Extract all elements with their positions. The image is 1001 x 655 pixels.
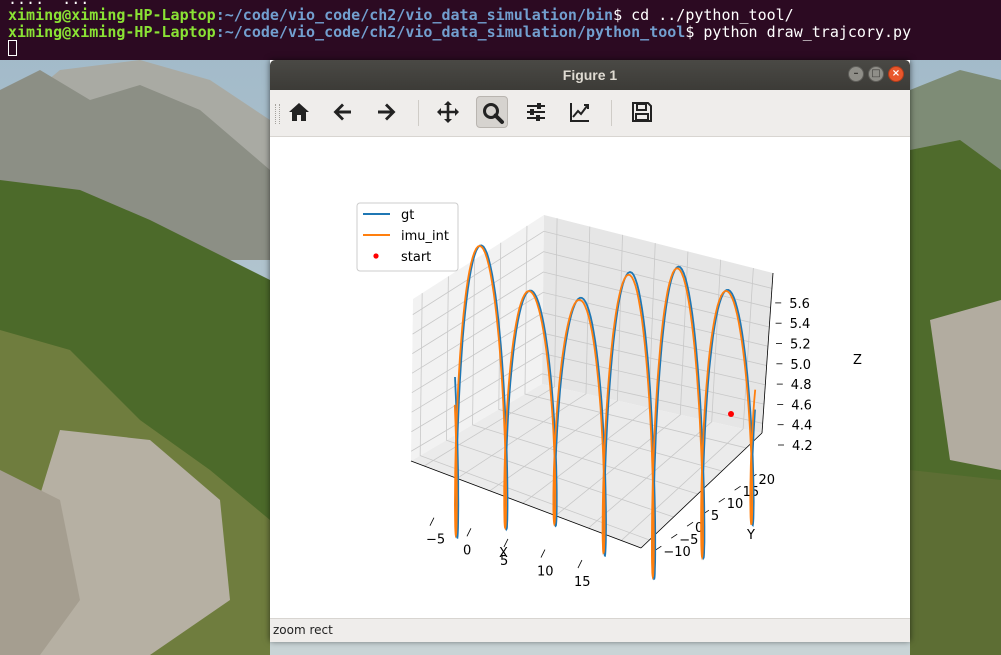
zoom-magnifier-icon bbox=[483, 103, 504, 124]
y-tick-label: 10 bbox=[727, 497, 744, 512]
z-tick-label: 4.4 bbox=[792, 419, 813, 434]
z-tick-label: 4.6 bbox=[791, 398, 812, 413]
back-button[interactable] bbox=[327, 96, 359, 128]
minimize-button[interactable]: – bbox=[848, 66, 864, 82]
toolbar-separator bbox=[418, 100, 419, 126]
pan-move-icon bbox=[437, 101, 459, 123]
x-tick-label: 10 bbox=[537, 565, 554, 580]
terminal-command: $ cd ../python_tool/ bbox=[613, 6, 794, 24]
terminal-window[interactable]: .... ... ximing@ximing-HP-Laptop:~/code/… bbox=[0, 0, 1001, 60]
terminal-cursor bbox=[8, 40, 17, 56]
toolbar-separator bbox=[611, 100, 612, 126]
legend-marker-start bbox=[373, 253, 379, 259]
edit-axes-icon bbox=[570, 103, 589, 122]
save-floppy-icon bbox=[632, 102, 652, 122]
legend-label-imu_int: imu_int bbox=[401, 229, 449, 244]
window-title: Figure 1 bbox=[562, 67, 618, 83]
y-tick-label: 5 bbox=[711, 509, 719, 524]
zoom-button[interactable] bbox=[476, 96, 508, 128]
forward-button[interactable] bbox=[370, 96, 402, 128]
y-tick-mark bbox=[734, 485, 741, 491]
maximize-button[interactable]: □ bbox=[868, 66, 884, 82]
x-axis-label: X bbox=[499, 546, 508, 561]
trajectory-3d-plot[interactable]: −5051015−10−5051015204.24.44.64.85.05.25… bbox=[270, 137, 910, 618]
terminal-command: $ python draw_trajcory.py bbox=[685, 23, 912, 41]
legend: gt imu_int start bbox=[356, 202, 459, 272]
legend-label-gt: gt bbox=[401, 208, 414, 223]
y-tick-mark bbox=[718, 497, 725, 503]
x-tick-label: −5 bbox=[426, 533, 445, 548]
back-arrow-icon bbox=[333, 103, 351, 121]
x-tick-mark bbox=[466, 528, 472, 537]
x-tick-mark bbox=[540, 549, 546, 558]
forward-arrow-icon bbox=[378, 103, 396, 121]
x-tick-label: 0 bbox=[463, 543, 471, 558]
y-axis-label: Y bbox=[746, 528, 755, 543]
prompt-path: :~/code/vio_code/ch2/vio_data_simulation… bbox=[215, 23, 686, 41]
edit-axes-button[interactable] bbox=[564, 96, 596, 128]
z-tick-label: 5.2 bbox=[790, 338, 811, 353]
z-tick-label: 4.8 bbox=[791, 378, 812, 393]
close-button[interactable]: × bbox=[888, 66, 904, 82]
subplots-config-icon bbox=[527, 103, 545, 121]
prompt-user: ximing@ximing-HP-Laptop bbox=[8, 6, 216, 24]
x-tick-mark bbox=[429, 517, 435, 526]
prompt-path: :~/code/vio_code/ch2/vio_data_simulation… bbox=[215, 6, 614, 24]
home-button[interactable] bbox=[283, 96, 315, 128]
prompt-user: ximing@ximing-HP-Laptop bbox=[8, 23, 216, 41]
series-point-start bbox=[728, 411, 734, 417]
toolbar-grip[interactable] bbox=[275, 104, 280, 124]
z-tick-label: 5.4 bbox=[790, 317, 811, 332]
window-titlebar[interactable]: Figure 1 – □ × bbox=[270, 60, 910, 90]
y-tick-mark bbox=[686, 521, 694, 527]
z-tick-label: 5.6 bbox=[789, 297, 810, 312]
terminal-line: ximing@ximing-HP-Laptop:~/code/vio_code/… bbox=[8, 23, 911, 41]
x-tick-label: 15 bbox=[574, 575, 591, 590]
y-tick-mark bbox=[670, 533, 678, 539]
figure-toolbar bbox=[270, 90, 910, 137]
x-tick-mark bbox=[577, 559, 583, 569]
figure-window[interactable]: Figure 1 – □ × −5 0 5 10 15 −10 −5 0 5 1… bbox=[270, 60, 910, 642]
status-text: zoom rect bbox=[273, 623, 333, 637]
z-tick-label: 5.0 bbox=[790, 358, 811, 373]
plot-canvas[interactable]: −5 0 5 10 15 −10 −5 0 5 10 15 20 4.2 4.4 4.6 4.8 5.0 5.2 5… bbox=[270, 137, 910, 618]
legend-label-start: start bbox=[401, 250, 431, 265]
z-tick-label: 4.2 bbox=[792, 439, 813, 454]
save-button[interactable] bbox=[626, 96, 658, 128]
status-bar: zoom rect bbox=[270, 618, 910, 642]
y-tick-mark bbox=[655, 545, 662, 551]
terminal-line: ximing@ximing-HP-Laptop:~/code/vio_code/… bbox=[8, 6, 794, 24]
home-icon bbox=[289, 103, 309, 121]
pan-button[interactable] bbox=[432, 96, 464, 128]
z-axis-label: Z bbox=[853, 353, 862, 368]
y-tick-label: 20 bbox=[758, 473, 775, 488]
subplots-config-button[interactable] bbox=[520, 96, 552, 128]
